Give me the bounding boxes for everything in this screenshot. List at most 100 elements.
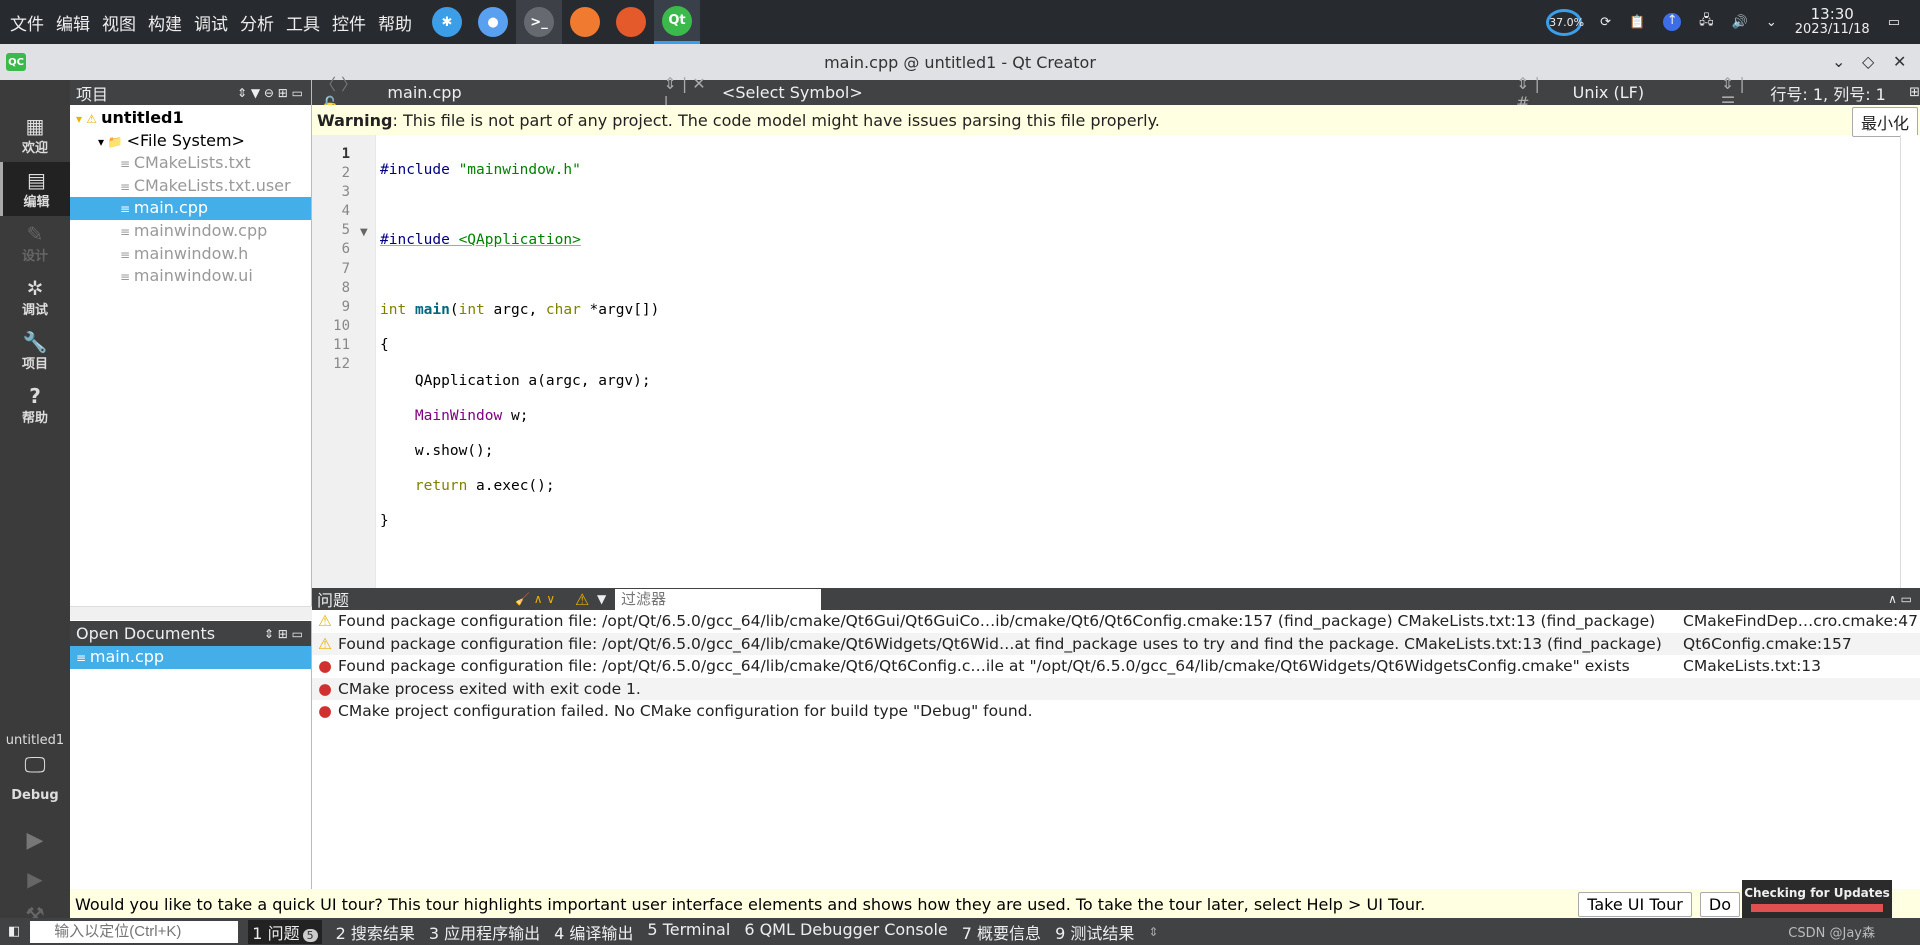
monitor-icon[interactable]: 🖵: [0, 753, 70, 778]
dont-show-again-button[interactable]: Do: [1699, 891, 1740, 917]
issue-row[interactable]: ● CMake process exited with exit code 1.: [312, 677, 1920, 701]
mode-5[interactable]: ? 帮助: [0, 378, 70, 432]
cursor-position[interactable]: 行号: 1, 列号: 1: [1770, 81, 1909, 105]
mode-label: 欢迎: [21, 140, 48, 156]
menu-2[interactable]: 视图: [96, 10, 142, 35]
menu-4[interactable]: 调试: [188, 10, 234, 35]
pane-maximize-icon[interactable]: ∧ ▭: [1888, 592, 1912, 606]
locator-input[interactable]: [30, 920, 239, 943]
issue-location[interactable]: CMakeFindDep…cro.cmake:47: [1683, 610, 1918, 633]
output-tab-1[interactable]: 1 问题 5: [248, 919, 322, 944]
menu-8[interactable]: 帮助: [372, 10, 418, 35]
issue-row[interactable]: ● CMake project configuration failed. No …: [312, 700, 1920, 723]
warning-filter-icon[interactable]: ⚠: [575, 590, 597, 609]
tree-item[interactable]: ≡ mainwindow.ui: [70, 265, 311, 288]
close-window-button[interactable]: ✕: [1893, 52, 1906, 71]
menu-0[interactable]: 文件: [4, 10, 50, 35]
mode-3[interactable]: ✲ 调试: [0, 270, 70, 324]
tree-item[interactable]: ▾ ⚠ untitled1: [70, 107, 311, 130]
project-pane-title: 项目: [76, 84, 109, 104]
file-icon: ≡: [120, 157, 134, 172]
update-progress-bar: [1751, 904, 1883, 912]
issue-location[interactable]: Qt6Config.cmake:157: [1683, 633, 1852, 656]
fold-arrow-icon[interactable]: ▼: [360, 227, 368, 238]
issue-location[interactable]: CMakeLists.txt:13: [1683, 655, 1821, 678]
kit-project[interactable]: untitled1: [0, 733, 70, 748]
output-tab-7[interactable]: 7 概要信息: [962, 920, 1041, 944]
output-tab-4[interactable]: 4 编译输出: [554, 920, 633, 944]
menu-1[interactable]: 编辑: [50, 10, 96, 35]
tree-item[interactable]: ≡ mainwindow.h: [70, 243, 311, 266]
split-icon[interactable]: ⊞: [1909, 85, 1920, 100]
menu-3[interactable]: 构建: [142, 10, 188, 35]
symbol-selector[interactable]: <Select Symbol>: [722, 83, 1516, 102]
mode-0[interactable]: ▦ 欢迎: [0, 108, 70, 162]
mode-icon: ?: [29, 383, 41, 408]
window-titlebar: QC main.cpp @ untitled1 - Qt Creator ⌄ ◇…: [0, 44, 1920, 80]
tree-item[interactable]: ≡ CMakeLists.txt.user: [70, 175, 311, 198]
show-desktop-button[interactable]: ▭: [1888, 15, 1900, 30]
maximize-window-button[interactable]: ◇: [1862, 52, 1874, 71]
update-icon[interactable]: ↑: [1663, 13, 1682, 31]
filter-icon[interactable]: ▼: [597, 592, 615, 606]
tree-item[interactable]: ▾ 📁 <File System>: [70, 130, 311, 153]
minimize-window-button[interactable]: ⌄: [1832, 52, 1845, 71]
firefox-icon: [616, 7, 646, 37]
issue-row[interactable]: ⚠ Found package configuration file: /opt/…: [312, 632, 1920, 656]
open-documents-pane: Open Documents ⇕ ⊞ ▭ ≡ main.cpp: [70, 621, 312, 889]
file-icon: ≡: [120, 179, 134, 194]
output-tab-5[interactable]: 5 Terminal: [647, 920, 730, 944]
issues-filter-input[interactable]: [615, 588, 821, 610]
issue-nav-buttons[interactable]: 🧹 ∧ ∨: [515, 592, 575, 606]
dock-app-toggle[interactable]: ●: [470, 0, 516, 44]
horizontal-scrollbar[interactable]: [70, 606, 312, 620]
debug-run-icon[interactable]: ▶: [0, 867, 70, 891]
clipboard-icon[interactable]: 📋: [1629, 15, 1645, 30]
issue-row[interactable]: ⚠ Found package configuration file: /opt/…: [312, 610, 1920, 633]
output-tab-8[interactable]: 9 测试结果: [1055, 920, 1134, 944]
more-tabs-icon[interactable]: ⇕: [1148, 925, 1158, 939]
take-ui-tour-button[interactable]: Take UI Tour: [1578, 891, 1692, 917]
folder-icon: ▾ 📁: [98, 134, 127, 149]
editor-vertical-scrollbar[interactable]: [1900, 135, 1920, 588]
output-tab-6[interactable]: 6 QML Debugger Console: [744, 920, 947, 944]
network-icon[interactable]: 🖧: [1699, 11, 1714, 33]
open-document-item[interactable]: ≡ main.cpp: [70, 646, 311, 669]
tree-item[interactable]: ≡ CMakeLists.txt: [70, 152, 311, 175]
mode-icon: ▤: [27, 167, 46, 192]
dock-app-files[interactable]: [562, 0, 608, 44]
output-tab-3[interactable]: 3 应用程序输出: [429, 920, 540, 944]
pane-controls[interactable]: ⇕ ⊞ ▭: [264, 627, 303, 641]
sync-icon[interactable]: ⟳: [1600, 15, 1611, 30]
line-number-gutter: 1 2 3 4 5 6 7 8 9 10 11 12: [312, 135, 376, 588]
dock-app-qt[interactable]: Qt: [654, 0, 700, 44]
tree-item[interactable]: ≡ main.cpp: [70, 197, 311, 220]
clock[interactable]: 13:30 2023/11/18: [1795, 7, 1870, 37]
battery-indicator[interactable]: 37.0%: [1546, 8, 1584, 36]
file-icon: ≡: [120, 270, 134, 285]
menu-5[interactable]: 分析: [234, 10, 280, 35]
mode-4[interactable]: 🔧 项目: [0, 324, 70, 378]
toggle-sidebar-icon[interactable]: ◧: [8, 924, 20, 939]
volume-icon[interactable]: 🔊: [1732, 15, 1748, 30]
terminal-icon: >_: [524, 7, 554, 37]
run-icon[interactable]: ▶: [0, 828, 70, 853]
code-editor[interactable]: #include "mainwindow.h" #include <QAppli…: [380, 145, 659, 547]
mode-1[interactable]: ▤ 编辑: [0, 162, 70, 216]
line-ending-selector[interactable]: Unix (LF): [1573, 83, 1721, 102]
dock-app-kde[interactable]: ✱: [424, 0, 470, 44]
dock-app-firefox[interactable]: [608, 0, 654, 44]
minimize-warning-button[interactable]: 最小化: [1851, 107, 1918, 137]
menu-7[interactable]: 控件: [326, 10, 372, 35]
chevron-down-icon[interactable]: ⌄: [1766, 15, 1777, 30]
build-mode[interactable]: Debug: [0, 788, 70, 803]
mode-label: 编辑: [23, 194, 50, 210]
mode-2[interactable]: ✎ 设计: [0, 216, 70, 270]
tree-item[interactable]: ≡ mainwindow.cpp: [70, 220, 311, 243]
dock-app-terminal[interactable]: >_: [516, 0, 562, 44]
issue-row[interactable]: ● Found package configuration file: /opt/…: [312, 655, 1920, 678]
filter-icon[interactable]: ⇕ ▼ ⊖ ⊞ ▭: [237, 86, 303, 100]
menu-6[interactable]: 工具: [280, 10, 326, 35]
current-file[interactable]: main.cpp: [387, 83, 655, 102]
output-tab-2[interactable]: 2 搜索结果: [336, 920, 415, 944]
